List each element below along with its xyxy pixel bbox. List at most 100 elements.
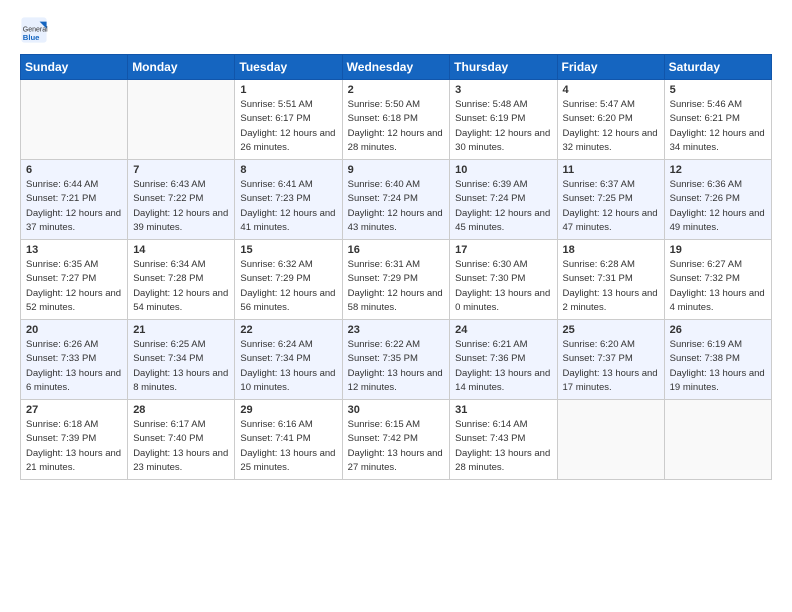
calendar-cell (664, 400, 771, 480)
sunset-text: Sunset: 7:34 PM (133, 353, 203, 364)
calendar-cell: 25Sunrise: 6:20 AMSunset: 7:37 PMDayligh… (557, 320, 664, 400)
day-number: 27 (26, 404, 122, 416)
sunset-text: Sunset: 7:43 PM (455, 433, 525, 444)
daylight-text: Daylight: 13 hours and 23 minutes. (133, 448, 228, 473)
sunrise-text: Sunrise: 6:43 AM (133, 179, 205, 190)
weekday-header-thursday: Thursday (450, 55, 557, 80)
daylight-text: Daylight: 13 hours and 25 minutes. (240, 448, 335, 473)
weekday-header-wednesday: Wednesday (342, 55, 450, 80)
day-info: Sunrise: 5:48 AMSunset: 6:19 PMDaylight:… (455, 98, 551, 155)
daylight-text: Daylight: 12 hours and 28 minutes. (348, 128, 443, 153)
weekday-header-row: SundayMondayTuesdayWednesdayThursdayFrid… (21, 55, 772, 80)
daylight-text: Daylight: 12 hours and 56 minutes. (240, 288, 335, 313)
day-info: Sunrise: 6:41 AMSunset: 7:23 PMDaylight:… (240, 178, 336, 235)
day-number: 28 (133, 404, 229, 416)
sunrise-text: Sunrise: 6:15 AM (348, 419, 420, 430)
sunset-text: Sunset: 7:27 PM (26, 273, 96, 284)
calendar-cell: 15Sunrise: 6:32 AMSunset: 7:29 PMDayligh… (235, 240, 342, 320)
daylight-text: Daylight: 13 hours and 28 minutes. (455, 448, 550, 473)
daylight-text: Daylight: 13 hours and 17 minutes. (563, 368, 658, 393)
daylight-text: Daylight: 13 hours and 4 minutes. (670, 288, 765, 313)
sunrise-text: Sunrise: 6:39 AM (455, 179, 527, 190)
calendar-cell: 11 Sunrise: 6:37 AMSunset: 7:25 PMDayligh… (557, 160, 664, 240)
daylight-text: Daylight: 12 hours and 32 minutes. (563, 128, 658, 153)
sunset-text: Sunset: 7:34 PM (240, 353, 310, 364)
daylight-text: Daylight: 13 hours and 14 minutes. (455, 368, 550, 393)
weekday-header-saturday: Saturday (664, 55, 771, 80)
calendar-cell (128, 80, 235, 160)
day-number: 11 (563, 164, 659, 176)
day-number: 20 (26, 324, 122, 336)
day-info: Sunrise: 6:34 AMSunset: 7:28 PMDaylight:… (133, 258, 229, 315)
sunset-text: Sunset: 7:21 PM (26, 193, 96, 204)
day-info: Sunrise: 6:22 AMSunset: 7:35 PMDaylight:… (348, 338, 445, 395)
daylight-text: Daylight: 13 hours and 8 minutes. (133, 368, 228, 393)
logo: General Blue (20, 16, 52, 44)
sunset-text: Sunset: 7:33 PM (26, 353, 96, 364)
sunrise-text: Sunrise: 6:37 AM (563, 179, 635, 190)
calendar-cell: 12Sunrise: 6:36 AMSunset: 7:26 PMDayligh… (664, 160, 771, 240)
sunrise-text: Sunrise: 6:19 AM (670, 339, 742, 350)
calendar-cell: 5Sunrise: 5:46 AMSunset: 6:21 PMDaylight… (664, 80, 771, 160)
day-info: Sunrise: 6:20 AMSunset: 7:37 PMDaylight:… (563, 338, 659, 395)
sunset-text: Sunset: 7:29 PM (348, 273, 418, 284)
day-number: 19 (670, 244, 766, 256)
day-number: 6 (26, 164, 122, 176)
day-info: Sunrise: 6:27 AMSunset: 7:32 PMDaylight:… (670, 258, 766, 315)
sunrise-text: Sunrise: 5:47 AM (563, 99, 635, 110)
day-info: Sunrise: 6:26 AMSunset: 7:33 PMDaylight:… (26, 338, 122, 395)
calendar-cell: 7 Sunrise: 6:43 AM Sunset: 7:22 PM Daylight… (128, 160, 235, 240)
day-info: Sunrise: 5:51 AMSunset: 6:17 PMDaylight:… (240, 98, 336, 155)
sunrise-text: Sunrise: 6:16 AM (240, 419, 312, 430)
sunrise-text: Sunrise: 6:14 AM (455, 419, 527, 430)
sunrise-text: Sunrise: 6:35 AM (26, 259, 98, 270)
day-info: Sunrise: 6:35 AMSunset: 7:27 PMDaylight:… (26, 258, 122, 315)
day-info: Sunrise: 6:30 AMSunset: 7:30 PMDaylight:… (455, 258, 551, 315)
calendar-cell: 20 Sunrise: 6:26 AMSunset: 7:33 PMDayligh… (21, 320, 128, 400)
sunrise-text: Sunrise: 6:30 AM (455, 259, 527, 270)
day-number: 17 (455, 244, 551, 256)
day-number: 7 (133, 164, 229, 176)
day-info: Sunrise: 6:15 AMSunset: 7:42 PMDaylight:… (348, 418, 445, 475)
daylight-text: Daylight: 12 hours and 54 minutes. (133, 288, 228, 313)
sunset-text: Sunset: 7:22 PM (133, 193, 203, 204)
daylight-text: Daylight: 12 hours and 39 minutes. (133, 208, 228, 233)
day-number: 31 (455, 404, 551, 416)
sunrise-text: Sunrise: 6:44 AM (26, 179, 98, 190)
sunset-text: Sunset: 6:20 PM (563, 113, 633, 124)
calendar-week-2: 6 Sunrise: 6:44 AM Sunset: 7:21 PM Daylight… (21, 160, 772, 240)
page: General Blue SundayMondayTuesdayWednesda… (0, 0, 792, 500)
calendar-week-3: 13 Sunrise: 6:35 AM Sunset: 7:27 PM Dayligh… (21, 240, 772, 320)
sunrise-text: Sunrise: 6:34 AM (133, 259, 205, 270)
day-info: Sunrise: 6:16 AMSunset: 7:41 PMDaylight:… (240, 418, 336, 475)
sunset-text: Sunset: 6:19 PM (455, 113, 525, 124)
day-info: Sunrise: 5:46 AMSunset: 6:21 PMDaylight:… (670, 98, 766, 155)
calendar-cell: 6Sunrise: 6:44 AMSunset: 7:21 PMDaylight… (21, 160, 128, 240)
daylight-text: Daylight: 13 hours and 12 minutes. (348, 368, 443, 393)
daylight-text: Daylight: 12 hours and 45 minutes. (455, 208, 550, 233)
day-number: 22 (240, 324, 336, 336)
day-number: 13 (26, 244, 122, 256)
day-info: Sunrise: 6:25 AMSunset: 7:34 PMDaylight:… (133, 338, 229, 395)
day-info: Sunrise: 6:18 AMSunset: 7:39 PMDaylight:… (26, 418, 122, 475)
calendar-cell: 26Sunrise: 6:19 AMSunset: 7:38 PMDayligh… (664, 320, 771, 400)
day-info: Sunrise: 6:17 AMSunset: 7:40 PMDaylight:… (133, 418, 229, 475)
sunset-text: Sunset: 7:36 PM (455, 353, 525, 364)
day-number: 4 (563, 84, 659, 96)
day-info: Sunrise: 6:37 AMSunset: 7:25 PMDaylight:… (563, 178, 659, 235)
calendar-cell: 23Sunrise: 6:22 AMSunset: 7:35 PMDayligh… (342, 320, 450, 400)
day-info: Sunrise: 6:44 AMSunset: 7:21 PMDaylight:… (26, 178, 122, 235)
daylight-text: Daylight: 12 hours and 30 minutes. (455, 128, 550, 153)
calendar-cell: 13Sunrise: 6:35 AMSunset: 7:27 PMDayligh… (21, 240, 128, 320)
sunrise-text: Sunrise: 6:17 AM (133, 419, 205, 430)
calendar-cell (21, 80, 128, 160)
sunset-text: Sunset: 7:24 PM (455, 193, 525, 204)
sunrise-text: Sunrise: 6:40 AM (348, 179, 420, 190)
weekday-header-monday: Monday (128, 55, 235, 80)
day-number: 9 (348, 164, 445, 176)
sunset-text: Sunset: 7:26 PM (670, 193, 740, 204)
day-number: 16 (348, 244, 445, 256)
sunset-text: Sunset: 7:38 PM (670, 353, 740, 364)
day-number: 21 (133, 324, 229, 336)
calendar-week-4: 20 Sunrise: 6:26 AMSunset: 7:33 PMDayligh… (21, 320, 772, 400)
